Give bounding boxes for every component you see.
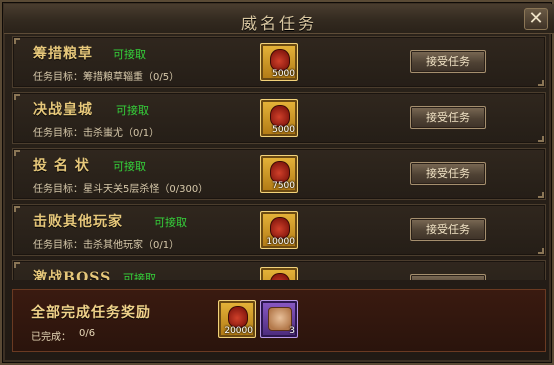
task-goal: 任务目标：击杀其他玩家（0/1）	[33, 240, 180, 251]
corner-decoration	[14, 94, 20, 100]
task-status: 可接取	[154, 216, 187, 229]
task-status: 可接取	[113, 160, 146, 173]
accept-task-button[interactable]	[410, 274, 486, 280]
reward-item[interactable]: 5000	[260, 99, 298, 137]
reward-quantity: 10000	[266, 237, 295, 247]
task-name: 击败其他玩家	[33, 214, 123, 230]
accept-task-button[interactable]: 接受任务	[410, 162, 486, 185]
corner-decoration	[14, 150, 20, 156]
corner-decoration	[14, 206, 20, 212]
progress-label: 已完成：	[31, 332, 71, 343]
all-complete-reward-panel: 全部完成任务奖励 已完成： 0/6 20000 3	[12, 289, 546, 352]
accept-task-button[interactable]: 接受任务	[410, 218, 486, 241]
gold-bag-icon	[270, 105, 290, 127]
task-goal: 任务目标：击杀蚩尤（0/1）	[33, 128, 160, 139]
reward-item[interactable]: 7500	[260, 155, 298, 193]
task-name: 决战皇城	[33, 102, 93, 118]
task-row: 决战皇城 可接取 任务目标：击杀蚩尤（0/1） 5000 接受任务	[12, 92, 546, 144]
corner-decoration	[538, 248, 544, 254]
gold-bag-icon	[270, 49, 290, 71]
task-status: 可接取	[113, 48, 146, 61]
corner-decoration	[538, 192, 544, 198]
gold-bag-icon	[270, 273, 290, 280]
close-button[interactable]: ✕	[524, 8, 548, 30]
gold-bag-icon	[270, 161, 290, 183]
task-status: 可接取	[116, 104, 149, 117]
task-name: 投 名 状	[33, 158, 90, 174]
quest-panel: 威名任务 ✕ 筹措粮草 可接取 任务目标：筹措粮草辎重（0/5） 5000 接受…	[0, 0, 554, 365]
reward-quantity: 5000	[272, 125, 295, 135]
corner-decoration	[14, 262, 20, 268]
task-row: 击败其他玩家 可接取 任务目标：击杀其他玩家（0/1） 10000 接受任务	[12, 204, 546, 256]
reward-quantity: 7500	[272, 181, 295, 191]
reward-item[interactable]	[260, 267, 298, 280]
corner-decoration	[14, 38, 20, 44]
task-row: 激战BOSS 可接取	[12, 260, 546, 280]
gold-bag-icon	[270, 217, 290, 239]
reward-item[interactable]: 10000	[260, 211, 298, 249]
reward-quantity: 5000	[272, 69, 295, 79]
task-status: 可接取	[123, 272, 156, 280]
task-name: 筹措粮草	[33, 46, 93, 62]
reward-item[interactable]: 5000	[260, 43, 298, 81]
title-bar: 威名任务 ✕	[4, 4, 554, 34]
corner-decoration	[538, 136, 544, 142]
final-reward-item[interactable]: 20000	[218, 300, 256, 338]
all-complete-title: 全部完成任务奖励	[31, 305, 151, 321]
corner-decoration	[538, 80, 544, 86]
accept-task-button[interactable]: 接受任务	[410, 106, 486, 129]
reward-quantity: 3	[289, 326, 295, 336]
task-goal: 任务目标：筹措粮草辎重（0/5）	[33, 72, 180, 83]
final-reward-item[interactable]: 3	[260, 300, 298, 338]
panel-title: 威名任务	[240, 14, 317, 33]
progress-value: 0/6	[79, 328, 96, 339]
task-name: 激战BOSS	[33, 270, 112, 280]
gold-bag-icon	[228, 306, 248, 328]
task-list[interactable]: 筹措粮草 可接取 任务目标：筹措粮草辎重（0/5） 5000 接受任务 决战皇城…	[12, 36, 546, 280]
task-row: 筹措粮草 可接取 任务目标：筹措粮草辎重（0/5） 5000 接受任务	[12, 36, 546, 88]
accept-task-button[interactable]: 接受任务	[410, 50, 486, 73]
task-goal: 任务目标：星斗天关5层杀怪（0/300）	[33, 184, 209, 195]
task-row: 投 名 状 可接取 任务目标：星斗天关5层杀怪（0/300） 7500 接受任务	[12, 148, 546, 200]
reward-quantity: 20000	[224, 326, 253, 336]
close-icon: ✕	[528, 8, 544, 29]
